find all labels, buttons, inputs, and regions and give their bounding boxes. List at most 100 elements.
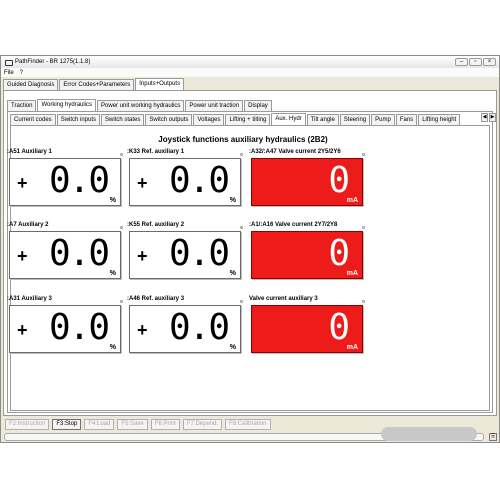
readout-tile: :A31 Auxiliary 3 +0.0% xyxy=(7,296,123,356)
display-unit: % xyxy=(229,344,236,351)
tab-inputs-outputs[interactable]: Inputs+Outputs xyxy=(135,78,185,90)
tab-lifting-tilting[interactable]: Lifting + tilting xyxy=(225,114,271,125)
tab-switch-states[interactable]: Switch states xyxy=(101,114,145,125)
tab-lifting-height[interactable]: Lifting height xyxy=(418,114,461,125)
tab-power-unit-traction[interactable]: Power unit traction xyxy=(185,100,244,111)
status-dot-icon xyxy=(362,153,365,156)
app-window: PathFinder - BR 1275(1.1.8) – ▫ × File ?… xyxy=(0,55,500,443)
display-unit: % xyxy=(229,197,236,204)
window-title: PathFinder - BR 1275(1.1.8) xyxy=(15,59,91,65)
display-unit: % xyxy=(109,344,116,351)
status-dot-icon xyxy=(120,226,123,229)
window-controls: – ▫ × xyxy=(455,58,496,66)
tile-label: :A7 Auxiliary 2 xyxy=(7,222,49,228)
tab-display[interactable]: Display xyxy=(244,100,272,111)
display-value: 0.0 xyxy=(48,307,110,348)
readout-tile: :K33 Ref. auxiliary 1 +0.0% xyxy=(127,149,243,209)
f2-instruction-button[interactable]: F2:Instruction xyxy=(5,418,50,430)
digital-display: +0.0% xyxy=(129,231,241,279)
f8-calibration-button[interactable]: F8:Calibration xyxy=(225,418,271,430)
digital-display: +0.0% xyxy=(9,231,121,279)
tile-label: :K33 Ref. auxiliary 1 xyxy=(127,149,185,155)
display-unit: mA xyxy=(346,270,358,277)
menu-help[interactable]: ? xyxy=(17,70,26,76)
display-value: 0 xyxy=(328,160,350,201)
f3-stop-button[interactable]: F3:Stop xyxy=(52,418,82,430)
tab-traction[interactable]: Traction xyxy=(7,100,37,111)
tab-steering[interactable]: Steering xyxy=(339,114,371,125)
display-value: 0 xyxy=(328,307,350,348)
sign-indicator: + xyxy=(137,320,148,340)
readout-tile: Valve current auxiliary 3 0 mA xyxy=(249,296,365,356)
detail-tab-row: Current codes Switch inputs Switch state… xyxy=(10,113,461,125)
display-unit: % xyxy=(109,197,116,204)
tab-switch-inputs[interactable]: Switch inputs xyxy=(56,114,101,125)
tab-current-codes[interactable]: Current codes xyxy=(10,114,56,125)
display-unit: % xyxy=(109,270,116,277)
sign-indicator: + xyxy=(137,173,148,193)
scroll-left-icon[interactable]: ◀ xyxy=(481,113,488,122)
scroll-right-icon[interactable]: ▶ xyxy=(489,113,496,122)
tab-power-unit-working-hydraulics[interactable]: Power unit working hydraulics xyxy=(97,100,185,111)
digital-display: +0.0% xyxy=(129,305,241,353)
display-value: 0 xyxy=(328,233,350,274)
digital-display: 0 mA xyxy=(251,158,363,206)
display-value: 0.0 xyxy=(48,160,110,201)
maximize-icon[interactable]: ▫ xyxy=(469,58,482,66)
digital-display: +0.0% xyxy=(129,158,241,206)
f7-depend-button[interactable]: F7:Depend. xyxy=(182,418,223,430)
digital-display: 0 mA xyxy=(251,305,363,353)
status-dot-icon xyxy=(120,153,123,156)
main-tab-row: Guided Diagnosis Error Codes+Parameters … xyxy=(3,78,185,90)
tab-scroll: ◀ ▶ xyxy=(481,113,496,122)
tile-label: Valve current auxiliary 3 xyxy=(249,296,318,302)
tab-error-codes[interactable]: Error Codes+Parameters xyxy=(59,79,135,90)
status-dot-icon xyxy=(240,300,243,303)
tab-fans[interactable]: Fans xyxy=(395,114,418,125)
f6-print-button[interactable]: F6:Print xyxy=(150,418,180,430)
display-unit: % xyxy=(229,270,236,277)
content-title: Joystick functions auxiliary hydraulics … xyxy=(158,135,328,144)
menu-bar: File ? xyxy=(1,68,499,77)
tab-pump[interactable]: Pump xyxy=(371,114,395,125)
redacted-area xyxy=(381,427,477,441)
readout-tile: :A51 Auxiliary 1 +0.0% xyxy=(7,149,123,209)
digital-display: 0 mA xyxy=(251,231,363,279)
tile-label: :A1/:A16 Valve current 2Y7/2Y8 xyxy=(249,222,338,228)
tab-switch-outputs[interactable]: Switch outputs xyxy=(145,114,193,125)
title-bar: PathFinder - BR 1275(1.1.8) – ▫ × xyxy=(1,56,499,68)
readout-tile: :A7 Auxiliary 2 +0.0% xyxy=(7,222,123,282)
tab-working-hydraulics[interactable]: Working hydraulics xyxy=(37,99,97,111)
display-value: 0.0 xyxy=(48,233,110,274)
display-value: 0.0 xyxy=(168,160,230,201)
sign-indicator: + xyxy=(17,246,28,266)
tab-voltages[interactable]: Voltages xyxy=(193,114,225,125)
tile-label: :K55 Ref. auxiliary 2 xyxy=(127,222,185,228)
sign-indicator: + xyxy=(137,246,148,266)
tab-aux-hydr[interactable]: Aux. Hydr xyxy=(271,113,306,125)
readout-tile: :A1/:A16 Valve current 2Y7/2Y8 0 mA xyxy=(249,222,365,282)
tab-tilt-angle[interactable]: Tilt angle xyxy=(306,114,339,125)
status-dot-icon xyxy=(362,226,365,229)
status-bar: ⠿ xyxy=(1,427,499,442)
status-dot-icon xyxy=(240,153,243,156)
sign-indicator: + xyxy=(17,173,28,193)
status-dot-icon xyxy=(120,300,123,303)
readout-tile: :A32/:A47 Valve current 2Y5/2Y6 0 mA xyxy=(249,149,365,209)
minimize-icon[interactable]: – xyxy=(455,58,468,66)
readout-tile: :A46 Ref. auxiliary 3 +0.0% xyxy=(127,296,243,356)
resize-grip-icon[interactable]: ⠿ xyxy=(489,433,497,441)
display-value: 0.0 xyxy=(168,233,230,274)
readout-tile: :K55 Ref. auxiliary 2 +0.0% xyxy=(127,222,243,282)
f4-load-button[interactable]: F4:Load xyxy=(84,418,115,430)
status-dot-icon xyxy=(362,300,365,303)
tile-label: :A32/:A47 Valve current 2Y5/2Y6 xyxy=(249,149,341,155)
f5-save-button[interactable]: F5:Save xyxy=(117,418,148,430)
menu-file[interactable]: File xyxy=(1,70,17,76)
digital-display: +0.0% xyxy=(9,158,121,206)
app-icon xyxy=(4,59,13,66)
close-icon[interactable]: × xyxy=(483,58,496,66)
digital-display: +0.0% xyxy=(9,305,121,353)
tab-guided-diagnosis[interactable]: Guided Diagnosis xyxy=(3,79,59,90)
tile-label: :A31 Auxiliary 3 xyxy=(7,296,52,302)
